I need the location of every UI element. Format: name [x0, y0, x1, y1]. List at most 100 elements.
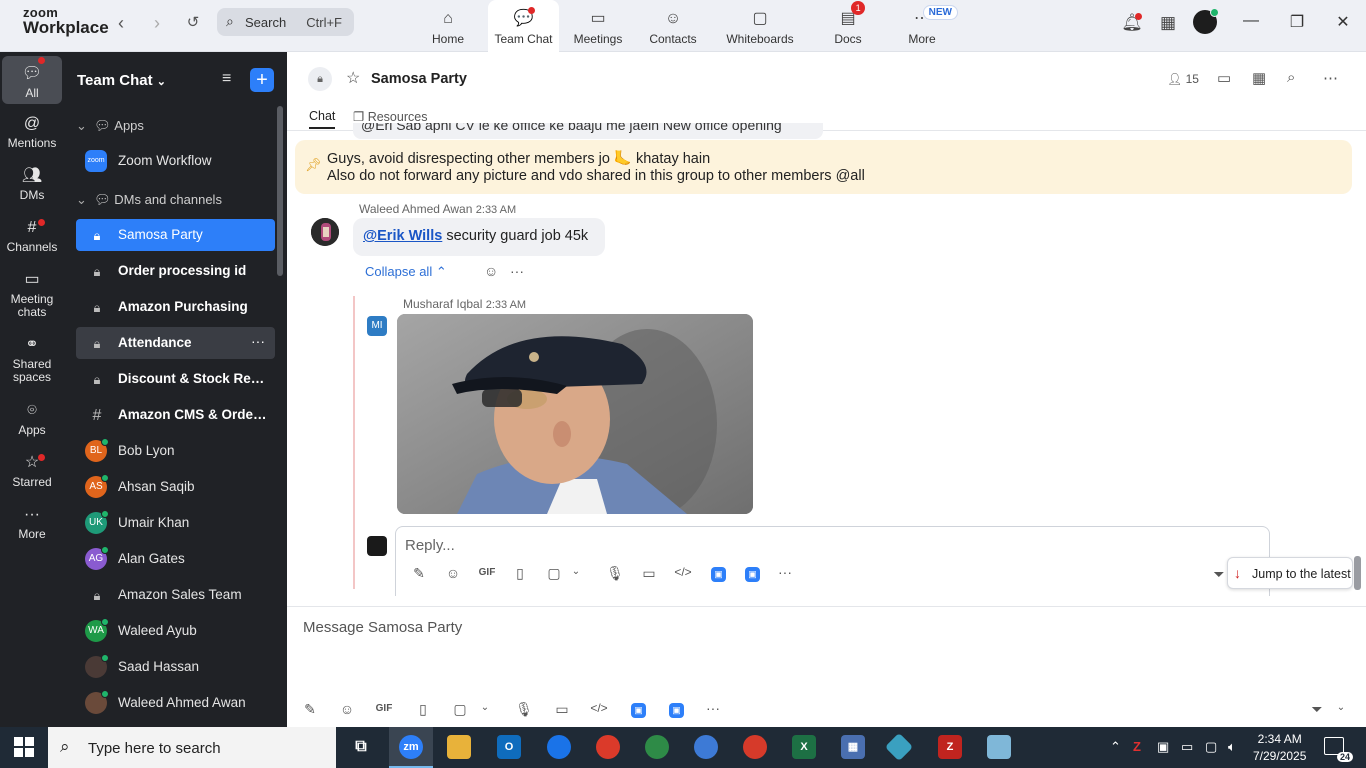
search-icon[interactable]: ⌕	[1287, 69, 1295, 86]
chevron-down-icon[interactable]: ⌄	[1331, 702, 1351, 713]
rail-shared-spaces[interactable]: ⚭ Shared spaces	[2, 335, 62, 384]
sidebar-title[interactable]: Team Chat ⌄	[77, 72, 166, 89]
battery-icon[interactable]: ▭	[1181, 739, 1193, 755]
add-button[interactable]: +	[250, 68, 274, 92]
section-dms[interactable]: ⌄ 💬︎ DMs and channels	[76, 192, 222, 208]
restore-icon[interactable]: ❐	[1286, 12, 1308, 32]
tray-chevron-up-icon[interactable]: ⌃	[1110, 739, 1121, 755]
filezilla-tray-icon[interactable]: Z	[1133, 739, 1141, 754]
sidebar-scrollbar[interactable]	[277, 106, 283, 276]
chrome-icon[interactable]	[547, 735, 571, 759]
gif-button[interactable]: GIF	[476, 567, 498, 578]
bell-icon[interactable]: 🔔︎	[1121, 12, 1143, 34]
gif-image[interactable]	[397, 314, 753, 514]
tab-team-chat[interactable]: 💬 Team Chat	[488, 0, 559, 52]
message-composer[interactable]: Message Samosa Party ✎ ☺ GIF ▯ ▢ ⌄ 🎙︎ ▭ …	[287, 606, 1366, 727]
screenshot-icon[interactable]: ▢	[544, 565, 564, 582]
chrome-icon[interactable]	[694, 735, 718, 759]
app-icon[interactable]	[987, 735, 1011, 759]
rail-meeting-chats[interactable]: ▭ Meeting chats	[2, 270, 62, 319]
star-icon[interactable]: ☆	[346, 68, 360, 88]
sidebar-item-amazon-cms[interactable]: # Amazon CMS & Order...	[76, 399, 275, 431]
rail-all[interactable]: 💬︎ All	[2, 56, 62, 104]
app-icon[interactable]: ▣	[669, 703, 684, 718]
filezilla-icon[interactable]: Z	[938, 735, 962, 759]
rail-mentions[interactable]: @ Mentions	[2, 114, 62, 150]
mention-link[interactable]: @Erik Wills	[363, 228, 442, 244]
tab-whiteboards[interactable]: ▢ Whiteboards	[722, 0, 798, 52]
system-clock[interactable]: 2:34 AM 7/29/2025	[1253, 731, 1306, 765]
jump-to-latest-button[interactable]: ↓ Jump to the latest	[1227, 557, 1353, 589]
windows-start-icon[interactable]	[14, 737, 34, 757]
tab-home[interactable]: ⌂ Home	[420, 0, 476, 52]
chrome-icon[interactable]	[596, 735, 620, 759]
more-options-icon[interactable]: ···	[703, 700, 723, 716]
chat-scrollbar[interactable]	[1354, 556, 1361, 590]
sidebar-item-samosa-party[interactable]: 🔒︎ Samosa Party	[76, 219, 275, 251]
sidebar-item-attendance[interactable]: 🔒︎ Attendance ···	[76, 327, 275, 359]
pinned-message[interactable]: 📌︎ Guys, avoid disrespecting other membe…	[295, 140, 1352, 194]
task-view-icon[interactable]: ⧉	[349, 735, 373, 759]
emoji-icon[interactable]: ☺	[337, 701, 357, 717]
tray-icon[interactable]: ▣	[1157, 739, 1169, 755]
sidebar-item-amazon-sales-team[interactable]: 🔒︎ Amazon Sales Team	[76, 579, 275, 611]
rail-channels[interactable]: # Channels	[2, 218, 62, 254]
calendar-icon[interactable]: ▦	[1252, 69, 1266, 87]
video-message-icon[interactable]: ▭	[639, 565, 659, 582]
chevron-down-icon[interactable]: ⌄	[475, 702, 495, 713]
sidebar-item-bob-lyon[interactable]: BL Bob Lyon	[76, 435, 275, 467]
sidebar-item-ahsan-saqib[interactable]: AS Ahsan Saqib	[76, 471, 275, 503]
sidebar-item-saad-hassan[interactable]: Saad Hassan	[76, 651, 275, 683]
video-message-icon[interactable]: ▭	[552, 701, 572, 718]
format-icon[interactable]: ✎	[300, 701, 320, 718]
file-icon[interactable]: ▯	[413, 701, 433, 718]
sidebar-item-amazon-purchasing[interactable]: 🔒︎ Amazon Purchasing	[76, 291, 275, 323]
rail-apps[interactable]: ⌾ Apps	[2, 401, 62, 437]
collapse-all-link[interactable]: Collapse all ⌃	[365, 264, 447, 280]
file-explorer-icon[interactable]	[447, 735, 471, 759]
history-icon[interactable]: ↺	[182, 12, 204, 34]
send-options-icon[interactable]: ⏷	[1307, 701, 1327, 718]
zoom-app-icon[interactable]: zm	[399, 735, 423, 759]
chrome-icon[interactable]	[645, 735, 669, 759]
network-icon[interactable]: ▢	[1205, 739, 1217, 755]
microphone-icon[interactable]: 🎙︎	[605, 565, 625, 582]
back-icon[interactable]: ‹	[110, 12, 132, 34]
more-options-icon[interactable]: ···	[251, 333, 265, 349]
more-options-icon[interactable]: ···	[775, 564, 795, 580]
tab-resources[interactable]: ❐ Resources	[353, 109, 427, 124]
notification-center-icon[interactable]: 24	[1324, 737, 1353, 762]
filter-icon[interactable]: ≡	[222, 70, 231, 88]
profile-avatar[interactable]	[1193, 8, 1219, 34]
sidebar-item-waleed-ahmed-awan[interactable]: Waleed Ahmed Awan	[76, 687, 275, 719]
code-icon[interactable]: </>	[673, 565, 693, 579]
rail-more[interactable]: ··· More	[2, 505, 62, 541]
rail-starred[interactable]: ☆ Starred	[2, 453, 62, 489]
forward-icon[interactable]: ›	[146, 12, 168, 34]
microphone-icon[interactable]: 🎙︎	[514, 701, 534, 718]
sidebar-item-umair-khan[interactable]: UK Umair Khan	[76, 507, 275, 539]
calendar-icon[interactable]: ▦	[1157, 12, 1179, 34]
volume-icon[interactable]: 🔈︎	[1228, 739, 1236, 755]
excel-icon[interactable]: X	[792, 735, 816, 759]
format-icon[interactable]: ✎	[409, 565, 429, 582]
video-call-icon[interactable]: ▭	[1217, 69, 1231, 87]
app-icon[interactable]	[884, 732, 914, 762]
avatar[interactable]: MI	[367, 316, 387, 336]
section-apps[interactable]: ⌄ 💬︎ Apps	[76, 118, 144, 134]
avatar[interactable]	[311, 218, 339, 246]
taskbar-search[interactable]: ⌕ Type here to search	[48, 727, 336, 768]
message-bubble[interactable]: @Erik Wills security guard job 45k	[353, 218, 605, 256]
emoji-icon[interactable]: ☺	[443, 565, 463, 581]
outlook-icon[interactable]: O	[497, 735, 521, 759]
sidebar-item-alan-gates[interactable]: AG Alan Gates	[76, 543, 275, 575]
sidebar-item-order-processing[interactable]: 🔒︎ Order processing id	[76, 255, 275, 287]
code-icon[interactable]: </>	[589, 701, 609, 715]
app-icon[interactable]: ▣	[711, 567, 726, 582]
tab-chat[interactable]: Chat	[309, 109, 336, 129]
members-count[interactable]: 👤︎ 15	[1167, 72, 1199, 86]
more-options-icon[interactable]: ⋯	[1323, 69, 1338, 87]
calculator-icon[interactable]: ▦	[841, 735, 865, 759]
sidebar-item-discount-stock[interactable]: 🔒︎ Discount & Stock Res...	[76, 363, 275, 395]
more-options-icon[interactable]: ···	[510, 263, 524, 279]
